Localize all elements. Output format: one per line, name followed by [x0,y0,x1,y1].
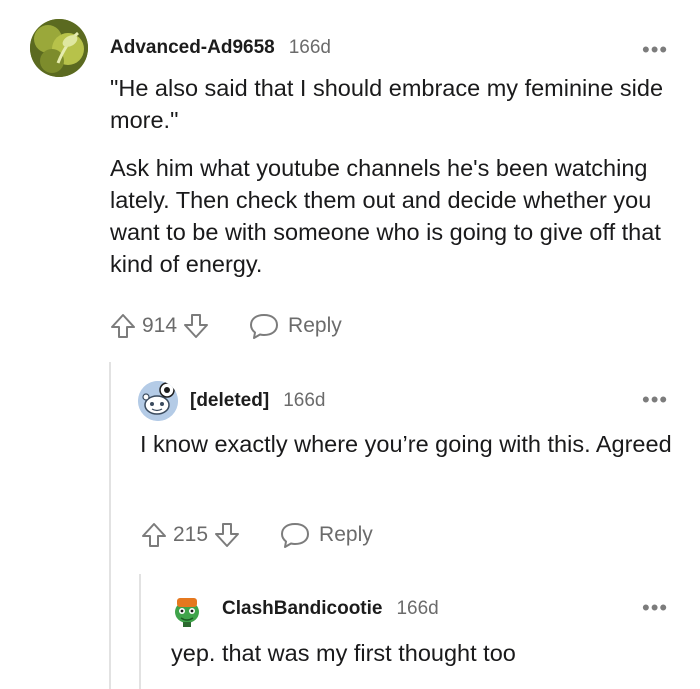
downvote-icon[interactable] [183,313,209,339]
upvote-icon[interactable] [110,313,136,339]
frog-avatar-icon [175,598,199,627]
comment-header: [deleted] 166d [190,383,650,419]
reply-button[interactable]: Reply [249,312,342,340]
reply-label: Reply [288,314,342,337]
snoo-avatar-icon [138,381,178,421]
comment-body: yep. that was my first thought too [171,637,671,669]
username[interactable]: Advanced-Ad9658 [110,37,275,59]
user-avatar[interactable] [168,590,206,628]
comment: ClashBandicootie 166d [222,591,642,627]
comment-paragraph: yep. that was my first thought too [171,640,516,666]
timestamp: 166d [283,390,326,411]
speech-bubble-icon [281,523,310,548]
upvote-icon[interactable] [141,522,167,548]
more-options-button[interactable]: ••• [642,389,668,411]
timestamp: 166d [288,37,332,58]
username[interactable]: [deleted] [190,390,269,412]
comment-actions: 215 Reply [141,521,373,549]
downvote-icon[interactable] [214,522,240,548]
thread-line[interactable] [139,574,141,689]
comment: [deleted] 166d [190,383,650,419]
comment-actions: 914 Reply [110,312,342,340]
speech-bubble-icon [250,314,279,339]
leaf-avatar-icon [30,19,88,77]
reply-label: Reply [319,523,373,546]
thread-line[interactable] [109,362,111,689]
comment-paragraph: "He also said that I should embrace my f… [110,75,664,133]
more-options-button[interactable]: ••• [642,597,668,619]
comment-paragraph: Ask him what youtube channels he's been … [110,155,661,277]
vote-count: 215 [173,523,209,546]
more-options-button[interactable]: ••• [642,39,668,61]
comment-body: "He also said that I should embrace my f… [110,72,670,280]
user-avatar[interactable] [30,19,88,77]
user-avatar[interactable] [138,381,178,421]
comment: Advanced-Ad9658 166d [110,30,680,66]
reply-button[interactable]: Reply [280,521,373,549]
comment-paragraph: I know exactly where you’re going with t… [140,431,672,457]
comment-header: Advanced-Ad9658 166d [110,30,680,66]
comment-body: I know exactly where you’re going with t… [140,428,680,460]
username[interactable]: ClashBandicootie [222,598,382,620]
comment-header: ClashBandicootie 166d [222,591,642,627]
vote-count: 914 [142,314,178,337]
timestamp: 166d [396,598,439,619]
